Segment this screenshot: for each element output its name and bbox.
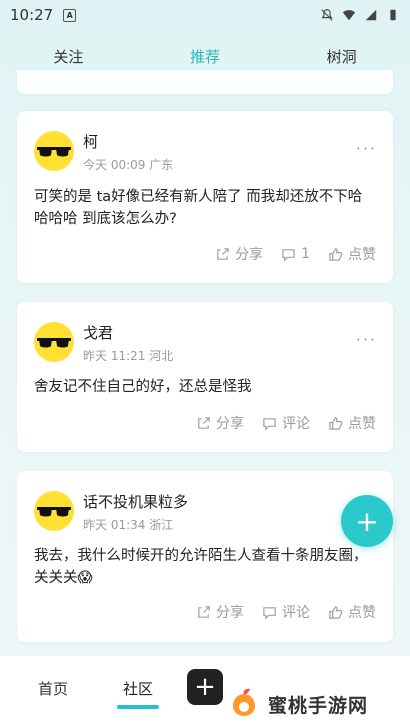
- share-icon: [198, 416, 210, 429]
- watermark: 蜜桃手游网: [226, 686, 404, 722]
- post-meta: 今天 00:09 广东: [83, 158, 174, 172]
- post-meta: 昨天 11:21 河北: [83, 349, 174, 363]
- thumbs-up-icon: [329, 416, 343, 430]
- wifi-icon: [342, 10, 356, 21]
- post-actions: 分享 评论 点赞: [196, 602, 376, 622]
- status-icons: [320, 8, 400, 22]
- tab-recommend[interactable]: 推荐: [182, 42, 228, 77]
- like-button[interactable]: 点赞: [328, 244, 376, 264]
- comment-button[interactable]: 评论: [262, 602, 310, 622]
- comment-icon: [263, 417, 276, 431]
- post-meta: 昨天 01:34 浙江: [83, 518, 174, 532]
- battery-icon: [390, 9, 396, 21]
- thumbs-up-icon: [329, 247, 343, 261]
- like-label: 点赞: [348, 416, 376, 432]
- status-time: 10:27: [10, 6, 54, 24]
- like-label: 点赞: [348, 247, 376, 263]
- sunglasses-avatar-icon: [37, 338, 71, 348]
- plus-icon: +: [194, 672, 216, 702]
- share-icon: [217, 247, 229, 260]
- post-text[interactable]: 我去，我什么时候开的允许陌生人查看十条朋友圈，关关关😱: [34, 545, 376, 589]
- tab-follow[interactable]: 关注: [45, 42, 91, 71]
- comment-button[interactable]: 评论: [262, 413, 310, 433]
- share-label: 分享: [216, 605, 244, 621]
- top-tabs: 关注 推荐 树洞: [0, 38, 410, 77]
- sunglasses-avatar-icon: [37, 507, 71, 517]
- peach-logo-icon: [233, 688, 255, 716]
- post-actions: 分享 1 点赞: [215, 244, 376, 264]
- post-card[interactable]: 戈君 昨天 11:21 河北 ··· 舍友记不住自己的好，还总是怪我 分享 评论…: [17, 302, 393, 452]
- share-label: 分享: [235, 247, 264, 263]
- like-button[interactable]: 点赞: [328, 602, 376, 622]
- post-text[interactable]: 可笑的是 ta好像已经有新人陪了 而我却还放不下哈哈哈哈 到底该怎么办?: [34, 186, 376, 230]
- share-button[interactable]: 分享: [196, 602, 244, 622]
- nav-add-button[interactable]: +: [187, 669, 223, 705]
- comment-button[interactable]: 1: [281, 246, 310, 262]
- avatar[interactable]: [34, 491, 74, 531]
- author-name[interactable]: 话不投机果粒多: [83, 491, 188, 512]
- nav-home[interactable]: 首页: [38, 678, 68, 699]
- more-icon[interactable]: ···: [356, 330, 377, 349]
- nav-active-indicator: [117, 705, 159, 709]
- thumbs-up-icon: [329, 605, 343, 619]
- tab-tree-hole[interactable]: 树洞: [319, 42, 365, 71]
- share-button[interactable]: 分享: [215, 244, 263, 264]
- watermark-text: 蜜桃手游网: [268, 694, 369, 717]
- comment-count: 1: [301, 246, 310, 262]
- share-label: 分享: [216, 416, 244, 432]
- comment-icon: [263, 606, 276, 620]
- post-actions: 分享 评论 点赞: [196, 413, 376, 433]
- mute-icon: [321, 9, 333, 21]
- like-button[interactable]: 点赞: [328, 413, 376, 433]
- plus-icon: +: [355, 504, 379, 538]
- more-icon[interactable]: ···: [356, 139, 377, 158]
- comment-icon: [282, 248, 295, 262]
- author-name[interactable]: 戈君: [83, 322, 113, 343]
- status-bar: 10:27 A: [0, 0, 410, 30]
- post-card[interactable]: 话不投机果粒多 昨天 01:34 浙江 我去，我什么时候开的允许陌生人查看十条朋…: [17, 471, 393, 642]
- share-icon: [198, 605, 210, 618]
- sunglasses-avatar-icon: [37, 147, 71, 157]
- post-card[interactable]: 柯 今天 00:09 广东 ··· 可笑的是 ta好像已经有新人陪了 而我却还放…: [17, 111, 393, 283]
- signal-icon: [365, 9, 377, 21]
- comment-label: 评论: [282, 605, 310, 621]
- new-post-fab-button[interactable]: +: [341, 495, 393, 547]
- app-notification-icon: A: [63, 8, 77, 22]
- like-label: 点赞: [348, 605, 376, 621]
- nav-community[interactable]: 社区: [123, 678, 153, 699]
- comment-label: 评论: [282, 416, 310, 432]
- author-name[interactable]: 柯: [83, 131, 98, 152]
- post-text[interactable]: 舍友记不住自己的好，还总是怪我: [34, 376, 376, 398]
- post-card-partial[interactable]: [17, 70, 393, 94]
- avatar[interactable]: [34, 322, 74, 362]
- share-button[interactable]: 分享: [196, 413, 244, 433]
- avatar[interactable]: [34, 131, 74, 171]
